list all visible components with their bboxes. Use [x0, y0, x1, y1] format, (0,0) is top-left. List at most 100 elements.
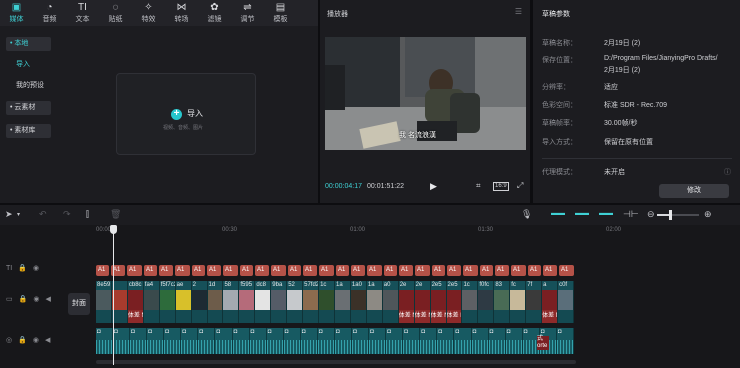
audio-clip[interactable]: ◘: [437, 328, 455, 354]
audio-clip[interactable]: ◘: [420, 328, 438, 354]
video-clip[interactable]: fc: [510, 281, 527, 323]
text-clip[interactable]: A1: [384, 265, 397, 276]
video-clip[interactable]: c0f: [558, 281, 574, 323]
zoom-out-icon[interactable]: ⊖: [647, 209, 655, 220]
video-clip[interactable]: 9ba: [271, 281, 288, 323]
text-clip[interactable]: A1: [319, 265, 334, 276]
audio-clip[interactable]: ◘: [147, 328, 165, 354]
video-clip[interactable]: 52: [287, 281, 304, 323]
video-clip[interactable]: 2e5 体差 Not: [446, 281, 463, 323]
redo-icon[interactable]: ↷: [63, 209, 71, 220]
time-ruler[interactable]: 00:00 00:30 01:00 01:30 02:00: [96, 225, 740, 237]
split-icon[interactable]: ⫿: [86, 209, 89, 220]
info-icon[interactable]: ⓘ: [724, 167, 731, 177]
text-clip[interactable]: A1: [543, 265, 557, 276]
video-clip[interactable]: 1c: [462, 281, 479, 323]
video-clip[interactable]: ae: [175, 281, 192, 323]
snap-icon[interactable]: ▬▬: [599, 210, 613, 217]
fullscreen-icon[interactable]: ⤢: [517, 181, 523, 191]
audio-clip[interactable]: ◘: [164, 328, 182, 354]
tab-template[interactable]: ▤ 模板: [264, 0, 297, 26]
video-clip[interactable]: 83: [494, 281, 511, 323]
modify-button[interactable]: 修改: [659, 184, 729, 198]
text-clip[interactable]: A1: [288, 265, 301, 276]
audio-clip[interactable]: ◘: [454, 328, 472, 354]
text-clip[interactable]: A1: [463, 265, 478, 276]
text-track[interactable]: A1 A1 A1 A1 A1 A1 A1 A1 A1 A1 A1 A1 A1 A1 A1 A1 A1 A1 A1 A1…: [96, 265, 574, 276]
tab-media[interactable]: ▣ 媒体: [0, 0, 33, 26]
text-clip[interactable]: A1: [528, 265, 541, 276]
video-clip[interactable]: 8e59: [96, 281, 112, 323]
text-clip[interactable]: A1: [96, 265, 109, 276]
audio-clip[interactable]: ◘: [505, 328, 523, 354]
text-clip[interactable]: A1: [255, 265, 269, 276]
text-clip[interactable]: A1: [447, 265, 461, 276]
video-clip[interactable]: 1d: [207, 281, 224, 323]
sidebar-item-import[interactable]: 导入: [6, 58, 51, 72]
audio-clip[interactable]: ◘: [130, 328, 148, 354]
speaker-icon[interactable]: ◀: [45, 337, 50, 344]
microphone-icon[interactable]: 🎙: [521, 209, 532, 220]
sidebar-item-cloud[interactable]: • 云素材: [6, 101, 51, 115]
zoom-slider[interactable]: [657, 210, 699, 220]
audio-clip[interactable]: ◘: [556, 328, 574, 354]
video-clip[interactable]: [111, 281, 128, 323]
text-clip[interactable]: A1: [559, 265, 574, 276]
eye-icon[interactable]: ◉: [33, 337, 39, 344]
audio-clip[interactable]: ◘: [317, 328, 335, 354]
video-clip[interactable]: 1a0: [350, 281, 367, 323]
video-clip[interactable]: cb8c 体差 Not: [127, 281, 144, 323]
audio-clip[interactable]: ◘: [403, 328, 421, 354]
audio-clip[interactable]: ◘: [266, 328, 284, 354]
tab-effects[interactable]: ✧ 特效: [132, 0, 165, 26]
audio-clip[interactable]: ◘: [283, 328, 301, 354]
play-button[interactable]: ▶: [430, 181, 437, 192]
text-clip[interactable]: A1: [432, 265, 445, 276]
zoom-slider-handle[interactable]: [669, 210, 672, 220]
chevron-down-icon[interactable]: ▾: [17, 211, 20, 218]
audio-clip[interactable]: ◘: [352, 328, 370, 354]
text-clip[interactable]: A1: [192, 265, 205, 276]
text-clip[interactable]: A1: [223, 265, 238, 276]
eye-icon[interactable]: ◉: [33, 265, 39, 272]
video-clip[interactable]: 2: [191, 281, 208, 323]
text-clip[interactable]: A1: [495, 265, 509, 276]
tab-text[interactable]: TI 文本: [66, 0, 99, 26]
text-clip[interactable]: A1: [336, 265, 349, 276]
text-clip[interactable]: A1: [511, 265, 526, 276]
video-clip[interactable]: 58: [223, 281, 240, 323]
video-clip[interactable]: a0: [382, 281, 399, 323]
audio-clip[interactable]: ◘: [249, 328, 267, 354]
select-tool-icon[interactable]: ➤: [5, 209, 13, 220]
audio-clip[interactable]: ◘: [113, 328, 131, 354]
audio-clip[interactable]: ◘: [198, 328, 216, 354]
text-clip[interactable]: A1: [351, 265, 365, 276]
video-clip[interactable]: 1a: [366, 281, 383, 323]
tab-transition[interactable]: ⋈ 转场: [165, 0, 198, 26]
audio-clip[interactable]: ◘: [335, 328, 353, 354]
video-clip[interactable]: f0fc: [478, 281, 495, 323]
text-clip[interactable]: A1: [159, 265, 173, 276]
video-clip[interactable]: 57fd230af2ec: [303, 281, 320, 323]
video-track[interactable]: 8e59 cb8c 体差 Not fa4f5f7c2ae21d58f595dc89ba…: [96, 281, 574, 323]
text-clip[interactable]: A1: [480, 265, 493, 276]
text-clip[interactable]: A1: [271, 265, 286, 276]
audio-clip[interactable]: ◘: [386, 328, 404, 354]
text-clip[interactable]: A1: [207, 265, 221, 276]
video-clip[interactable]: f5f7c2: [159, 281, 176, 323]
zoom-in-icon[interactable]: ⊕: [704, 209, 712, 220]
audio-clip[interactable]: ◘: [215, 328, 233, 354]
tab-sticker[interactable]: ◌ 贴纸: [99, 0, 132, 26]
crop-icon[interactable]: ⌗: [476, 181, 481, 191]
video-clip[interactable]: dc8: [255, 281, 272, 323]
import-dropzone[interactable]: + 导入 视频、音频、图片: [116, 73, 256, 155]
tab-adjust[interactable]: ⇌ 调节: [231, 0, 264, 26]
video-clip[interactable]: 1a: [335, 281, 351, 323]
text-clip[interactable]: A1: [303, 265, 317, 276]
undo-icon[interactable]: ↶: [39, 209, 47, 220]
audio-clip[interactable]: ◘: [471, 328, 489, 354]
tab-audio[interactable]: ◔ 音频: [33, 0, 66, 26]
speaker-icon[interactable]: ◀: [45, 296, 50, 303]
video-clip[interactable]: 2e 体差 Not: [414, 281, 431, 323]
sidebar-item-local[interactable]: • 本地: [6, 37, 51, 51]
